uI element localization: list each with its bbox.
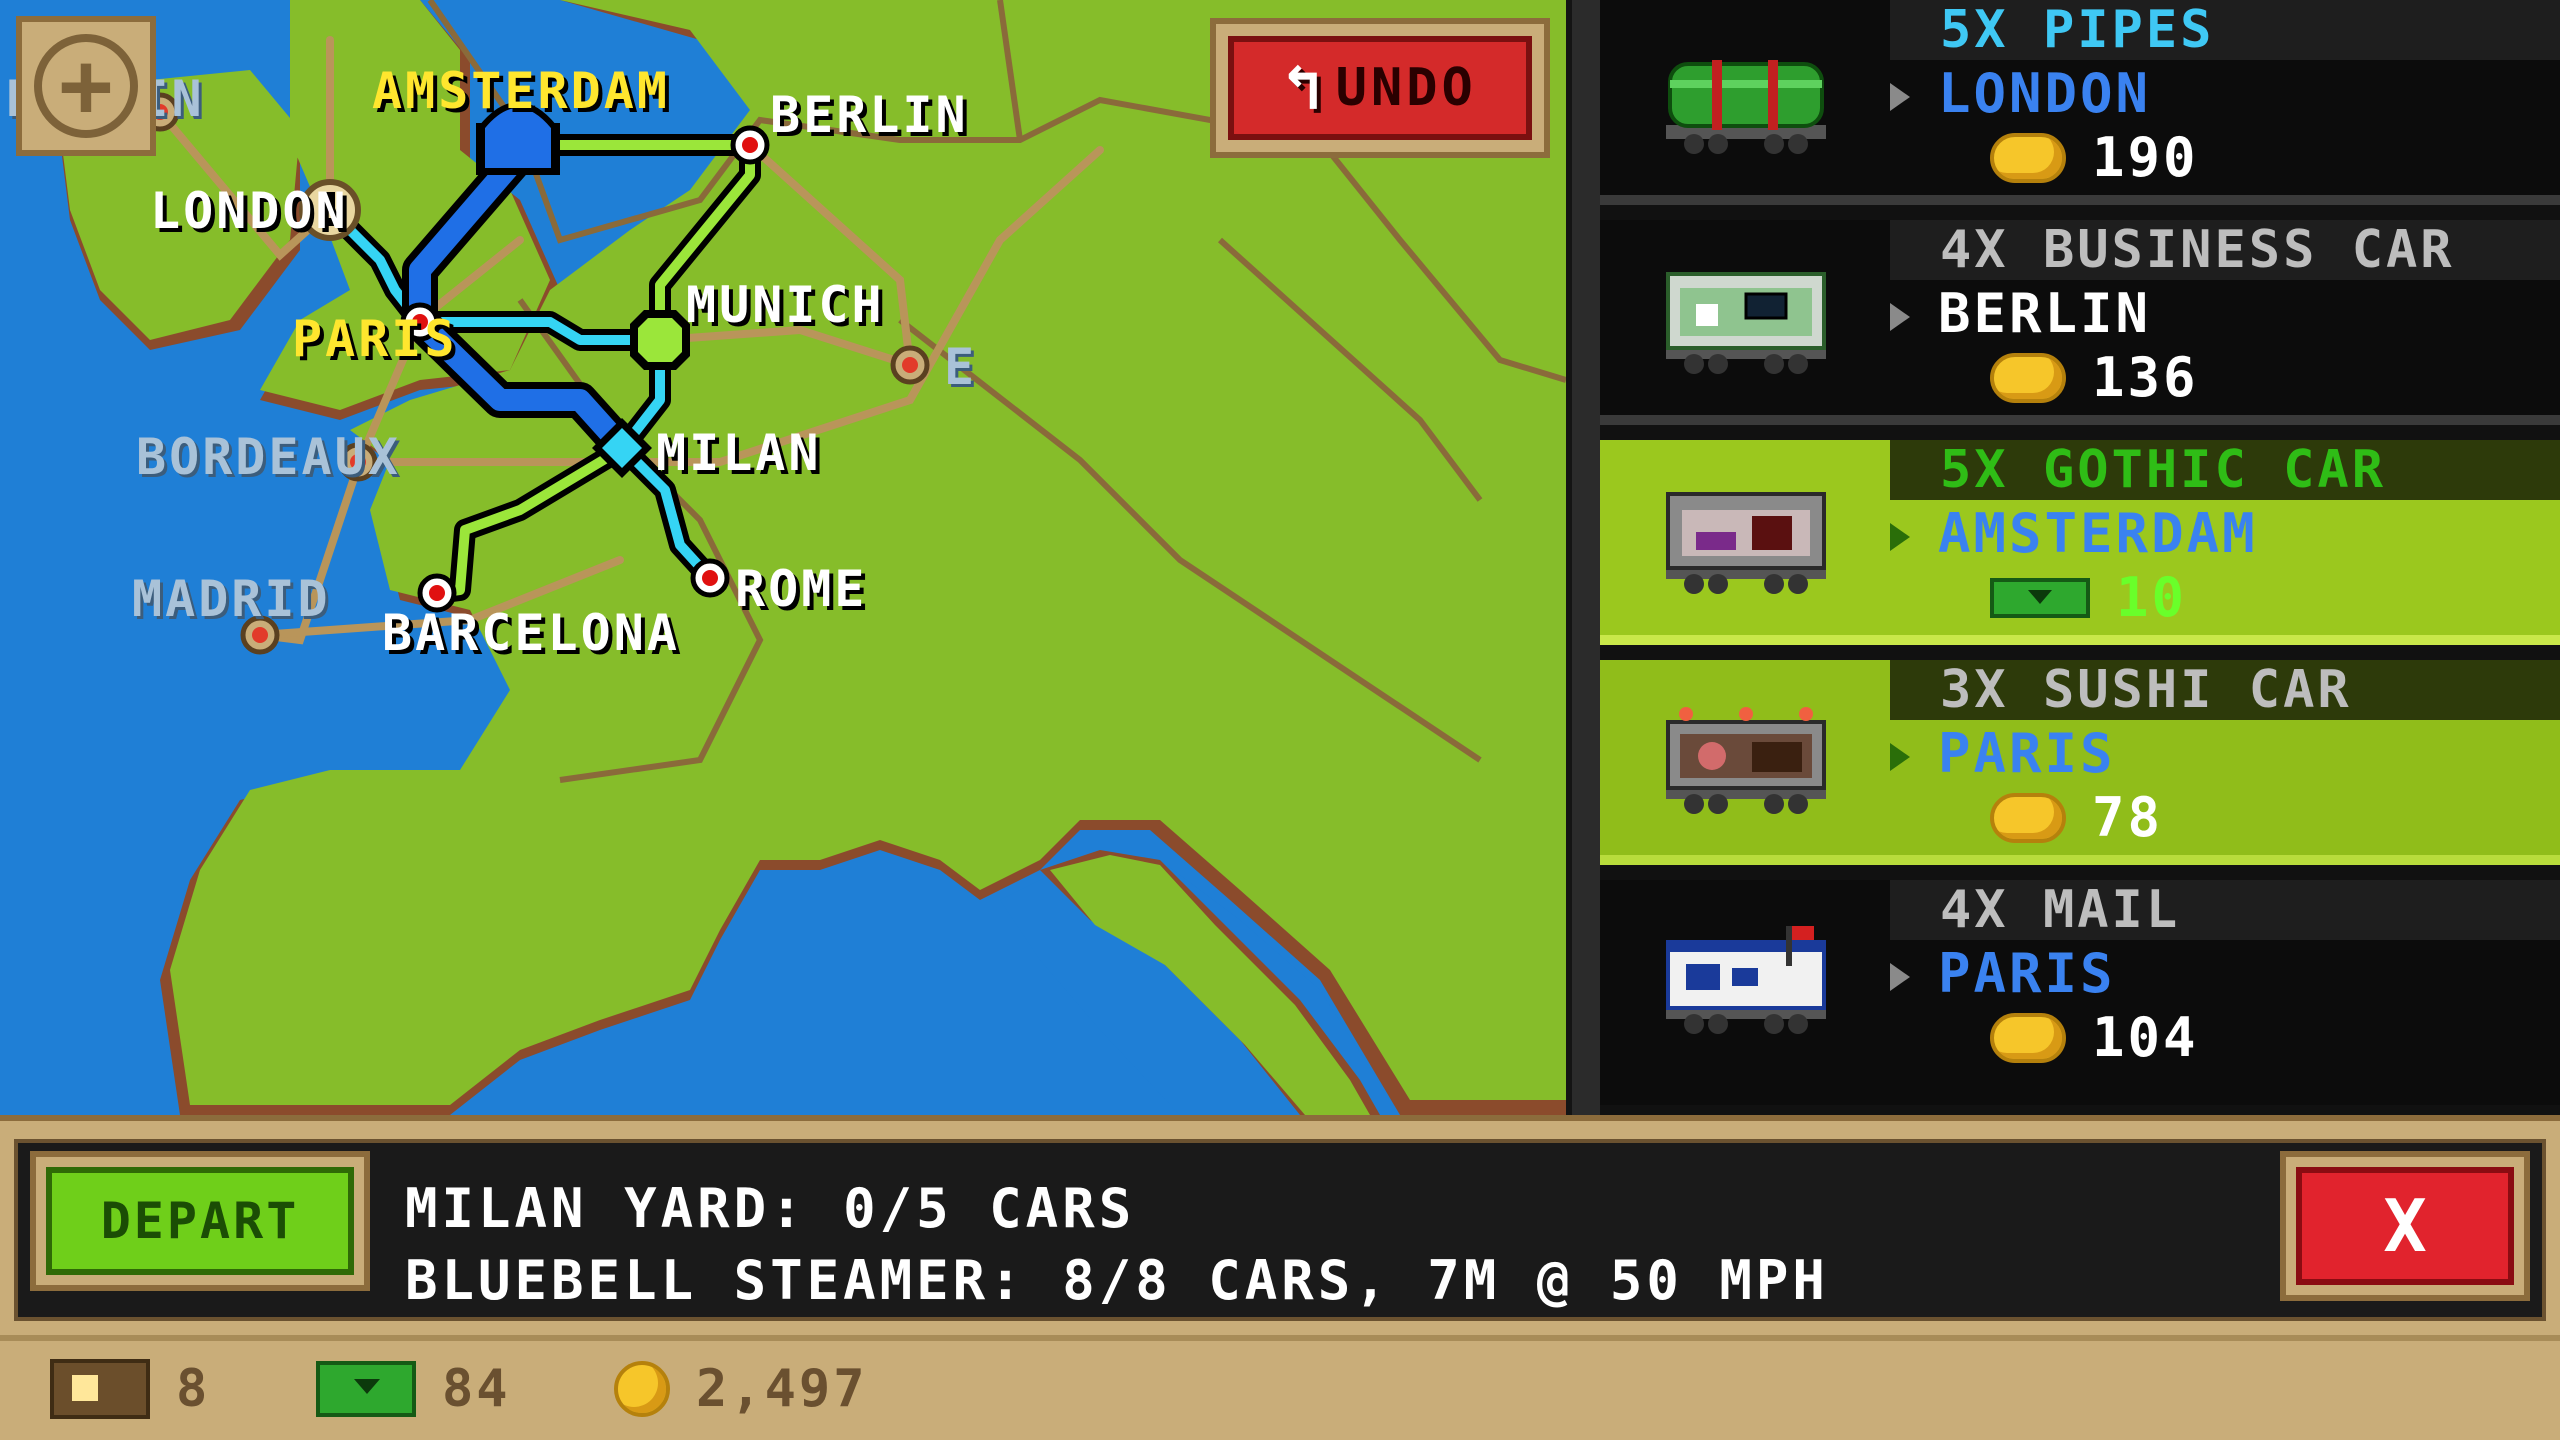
caret-right-icon: [1890, 523, 1910, 552]
city-label-milan: MILAN: [656, 424, 822, 482]
cargo-destination-business-car: BERLIN: [1890, 284, 2151, 344]
caret-right-icon: [1890, 963, 1910, 992]
cargo-reward-mail: 104: [1990, 1008, 2199, 1068]
mail-car-icon: [1666, 926, 1826, 1034]
business-car-icon: [1666, 272, 1826, 374]
yard-status: MILAN YARD: 0/5 CARS: [405, 1177, 1136, 1240]
coin-icon: [1990, 133, 2066, 183]
resource-bar: 8 84 2,497: [0, 1335, 2560, 1440]
undo-label: UNDO: [1335, 58, 1477, 118]
close-button[interactable]: X: [2280, 1151, 2530, 1301]
zoom-in-icon: +: [34, 34, 138, 138]
city-label-bordeaux: BORDEAUX: [136, 428, 401, 486]
cargo-destination-mail: PARIS: [1890, 944, 2116, 1004]
city-label-madrid: MADRID: [132, 570, 331, 628]
undo-arrow-icon: ↰: [1283, 51, 1322, 125]
sushi-car-icon: [1666, 707, 1826, 814]
cargo-list[interactable]: 5X PIPES LONDON 190 4X BUSINESS CAR BERL…: [1600, 0, 2560, 1115]
ticket-icon: [50, 1359, 150, 1419]
ticket-count: 8: [176, 1359, 211, 1419]
city-label-munich: MUNICH: [686, 276, 885, 334]
cargo-title-mail: 4X MAIL: [1890, 880, 2560, 940]
route-map[interactable]: DUBLIN AMSTERDAM BERLIN LONDON PARIS MUN…: [0, 0, 1600, 1115]
rail-network: [140, 36, 1104, 655]
depart-label: DEPART: [46, 1167, 354, 1275]
caret-right-icon: [1890, 743, 1910, 772]
depart-button[interactable]: DEPART: [30, 1151, 370, 1291]
train-status: BLUEBELL STEAMER: 8/8 CARS, 7M @ 50 MPH: [405, 1249, 1829, 1312]
cash-icon: [316, 1361, 416, 1417]
cargo-item-pipes[interactable]: 5X PIPES LONDON 190: [1600, 0, 2560, 205]
coin-counter[interactable]: 2,497: [614, 1359, 868, 1419]
cargo-reward-pipes: 190: [1990, 128, 2199, 188]
undo-button[interactable]: ↰ UNDO: [1210, 18, 1550, 158]
cargo-title-pipes: 5X PIPES: [1890, 0, 2560, 60]
gothic-car-icon: [1666, 492, 1826, 594]
coin-icon: [614, 1361, 670, 1417]
cash-count: 84: [442, 1359, 511, 1419]
cargo-item-business-car[interactable]: 4X BUSINESS CAR BERLIN 136: [1600, 220, 2560, 425]
cargo-destination-sushi-car: PARIS: [1890, 724, 2116, 784]
cargo-item-sushi-car[interactable]: 3X SUSHI CAR PARIS 78: [1600, 660, 2560, 865]
cargo-title-sushi-car: 3X SUSHI CAR: [1890, 660, 2560, 720]
cargo-destination-gothic-car: AMSTERDAM: [1890, 504, 2258, 564]
cash-icon: [1990, 578, 2090, 618]
city-label-rome: ROME: [735, 560, 868, 618]
zoom-in-button[interactable]: +: [16, 16, 156, 156]
city-label-berlin: BERLIN: [770, 86, 969, 144]
train-status-panel: DEPART MILAN YARD: 0/5 CARS BLUEBELL STE…: [0, 1115, 2560, 1335]
coin-count: 2,497: [696, 1359, 868, 1419]
city-label-barcelona: BARCELONA: [382, 604, 680, 662]
close-icon: X: [2296, 1167, 2514, 1285]
city-label-paris: PARIS: [292, 310, 458, 368]
coin-icon: [1990, 793, 2066, 843]
game-screen: DUBLIN AMSTERDAM BERLIN LONDON PARIS MUN…: [0, 0, 2560, 1440]
train-status-text: MILAN YARD: 0/5 CARS BLUEBELL STEAMER: 8…: [405, 1173, 1829, 1317]
panel-divider: [1566, 0, 1600, 1115]
cargo-reward-business-car: 136: [1990, 348, 2199, 408]
cash-counter[interactable]: 84: [316, 1359, 511, 1419]
pipes-car-icon: [1666, 60, 1826, 154]
cargo-item-mail[interactable]: 4X MAIL PARIS 104: [1600, 880, 2560, 1105]
ticket-counter[interactable]: 8: [50, 1359, 210, 1419]
caret-right-icon: [1890, 83, 1910, 112]
caret-right-icon: [1890, 303, 1910, 332]
cargo-item-gothic-car[interactable]: 5X GOTHIC CAR AMSTERDAM 10: [1600, 440, 2560, 645]
cargo-title-business-car: 4X BUSINESS CAR: [1890, 220, 2560, 280]
cargo-reward-sushi-car: 78: [1990, 788, 2163, 848]
cargo-destination-pipes: LONDON: [1890, 64, 2151, 124]
cargo-title-gothic-car: 5X GOTHIC CAR: [1890, 440, 2560, 500]
cargo-reward-gothic-car: 10: [1990, 568, 2187, 628]
city-label-london: LONDON: [150, 182, 349, 240]
city-label-amsterdam: AMSTERDAM: [372, 62, 670, 120]
coin-icon: [1990, 353, 2066, 403]
coin-icon: [1990, 1013, 2066, 1063]
city-label-e-partial: E: [944, 338, 978, 396]
